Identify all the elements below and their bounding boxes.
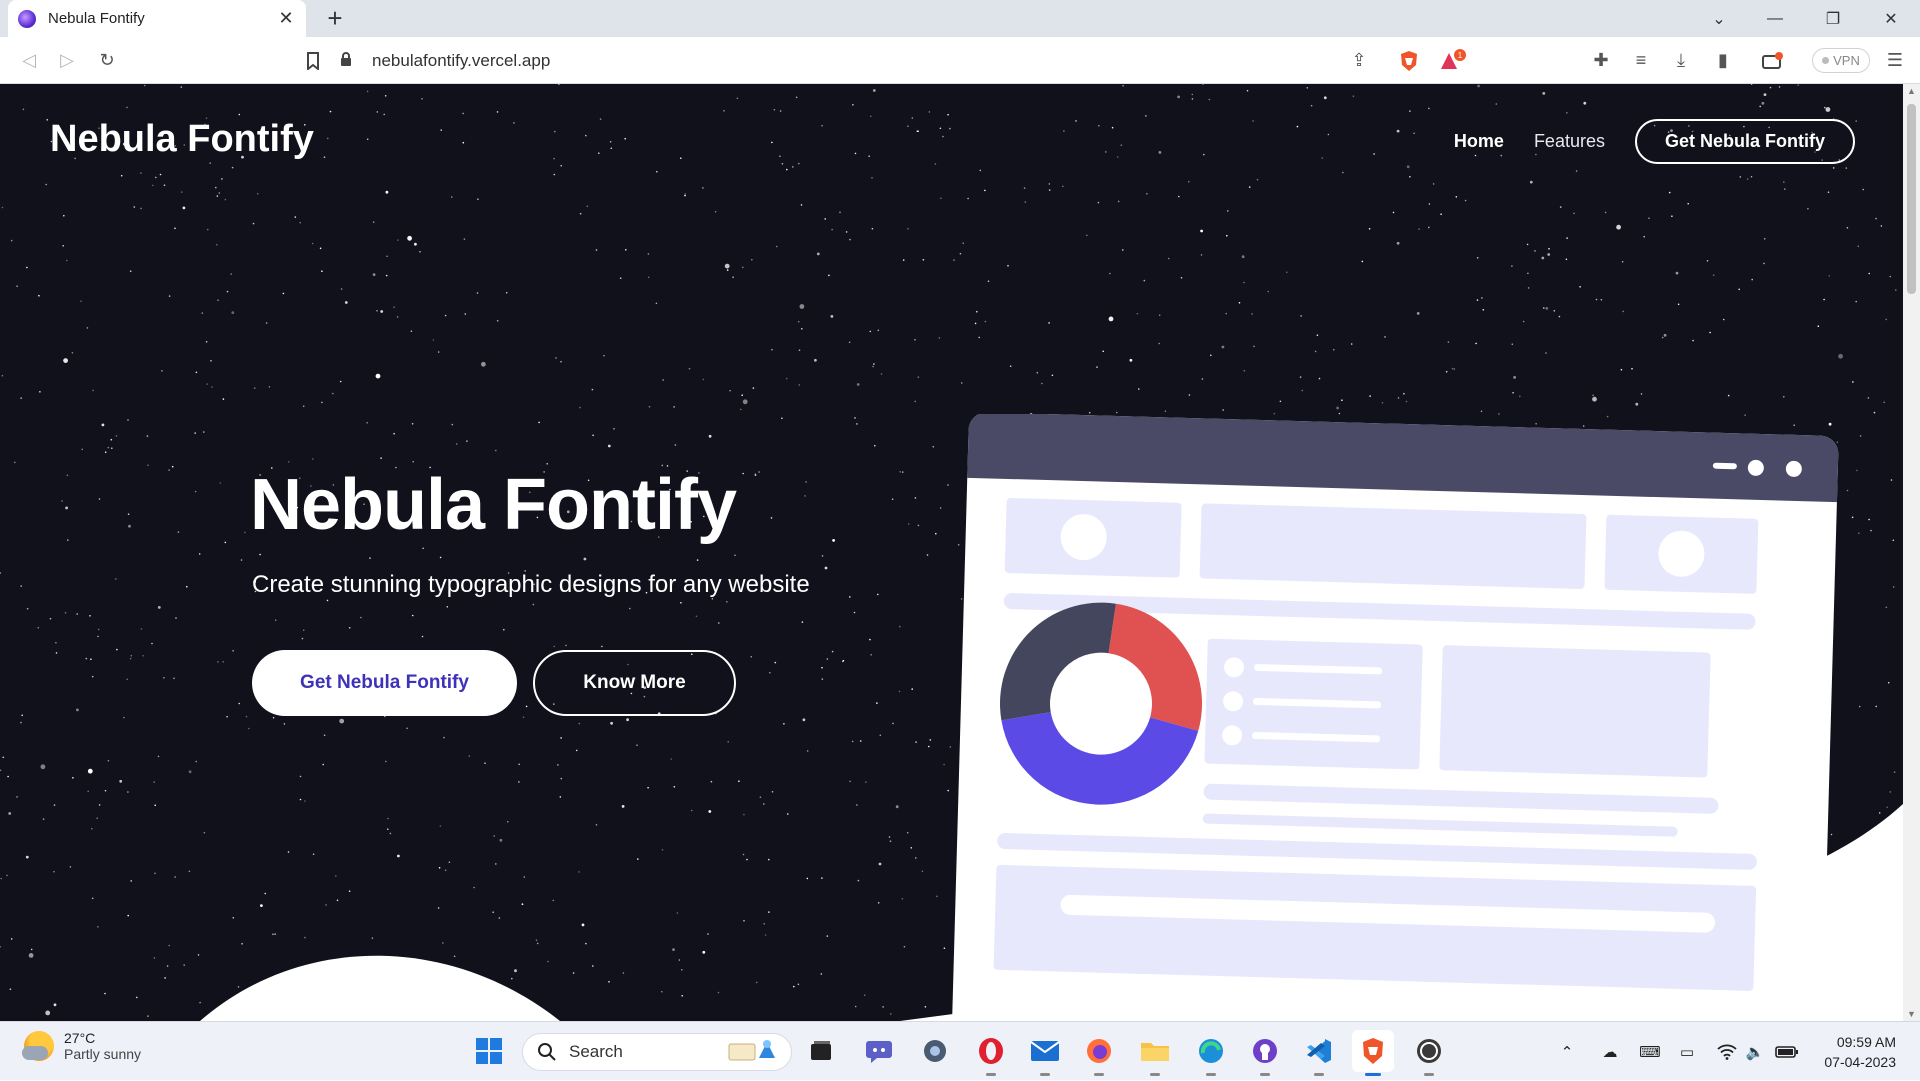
site-favicon-icon xyxy=(18,9,36,28)
volume-icon[interactable]: 🔈 xyxy=(1740,1022,1770,1081)
minimize-button[interactable]: — xyxy=(1748,0,1802,37)
search-placeholder: Search xyxy=(569,1042,623,1061)
hero-subtitle: Create stunning typographic designs for … xyxy=(252,571,810,598)
address-bar[interactable]: nebulafontify.vercel.app xyxy=(340,45,1380,77)
scrollbar-thumb[interactable] xyxy=(1907,104,1916,294)
svg-text:1: 1 xyxy=(1458,51,1463,60)
search-highlight-icon xyxy=(725,1036,781,1069)
extensions-icon[interactable]: ✚ xyxy=(1586,37,1616,84)
share-icon[interactable]: ⇪ xyxy=(1344,37,1374,84)
running-indicator xyxy=(1206,1073,1216,1076)
github-app-icon[interactable] xyxy=(1244,1030,1286,1076)
windows-taskbar: 27°C Partly sunny Search ⌃ ☁ ⌨ ▭ 🔈 09:59… xyxy=(0,1021,1920,1080)
menu-icon[interactable]: ☰ xyxy=(1880,37,1910,84)
know-more-button[interactable]: Know More xyxy=(533,650,736,716)
placeholder-card xyxy=(1199,503,1587,589)
browser-tab[interactable]: Nebula Fontify ✕ xyxy=(8,0,306,37)
running-indicator xyxy=(1260,1073,1270,1076)
windows-logo-icon xyxy=(476,1038,502,1064)
lock-icon xyxy=(340,52,360,70)
back-icon[interactable]: ◁ xyxy=(14,37,44,84)
running-indicator xyxy=(1150,1073,1160,1076)
url-text: nebulafontify.vercel.app xyxy=(372,51,551,70)
vpn-status-icon xyxy=(1822,57,1830,64)
bookmark-icon[interactable] xyxy=(298,37,328,84)
sidebar-icon[interactable]: ▮ xyxy=(1708,37,1738,84)
browser-toolbar: ◁ ▷ ↻ nebulafontify.vercel.app ⇪ 1 ✚ ≡ ⤓… xyxy=(0,37,1920,84)
close-window-button[interactable]: ✕ xyxy=(1864,0,1918,37)
mail-app-icon[interactable] xyxy=(1024,1030,1066,1076)
tab-title: Nebula Fontify xyxy=(48,10,145,27)
opera-app-icon[interactable] xyxy=(970,1030,1012,1076)
new-tab-button[interactable]: + xyxy=(320,4,350,32)
settings-app-icon[interactable] xyxy=(914,1030,956,1072)
weather-widget[interactable]: 27°C Partly sunny xyxy=(22,1030,142,1062)
scroll-up-icon[interactable]: ▲ xyxy=(1903,86,1920,96)
file-explorer-icon[interactable] xyxy=(1134,1030,1176,1076)
site-logo[interactable]: Nebula Fontify xyxy=(50,118,314,161)
running-indicator xyxy=(1424,1073,1434,1076)
site-nav: Home Features Get Nebula Fontify xyxy=(1454,119,1855,164)
illustration-minimize-icon xyxy=(1712,462,1737,470)
playlist-icon[interactable]: ≡ xyxy=(1626,37,1656,84)
running-indicator xyxy=(986,1073,996,1076)
close-tab-icon[interactable]: ✕ xyxy=(276,8,296,29)
browser-tab-bar: Nebula Fontify ✕ + ⌄ — ❐ ✕ xyxy=(0,0,1920,37)
nav-features[interactable]: Features xyxy=(1534,131,1605,152)
onedrive-icon[interactable]: ☁ xyxy=(1595,1022,1625,1081)
brave-rewards-icon[interactable]: 1 xyxy=(1438,37,1468,84)
whatsapp-app-icon[interactable] xyxy=(1408,1030,1450,1076)
scroll-down-icon[interactable]: ▼ xyxy=(1903,1009,1920,1019)
page-viewport: Nebula Fontify Home Features Get Nebula … xyxy=(0,84,1903,1021)
keyboard-icon[interactable]: ⌨ xyxy=(1635,1022,1665,1081)
taskbar-search[interactable]: Search xyxy=(522,1033,792,1071)
partly-sunny-icon xyxy=(22,1031,54,1061)
running-indicator xyxy=(1094,1073,1104,1076)
restore-button[interactable]: ❐ xyxy=(1806,0,1860,37)
forward-icon[interactable]: ▷ xyxy=(52,37,82,84)
vpn-button[interactable]: VPN xyxy=(1812,48,1870,73)
search-icon xyxy=(538,1043,556,1061)
edge-app-icon[interactable] xyxy=(1190,1030,1232,1076)
tab-search-chevron-icon[interactable]: ⌄ xyxy=(1692,0,1746,37)
dashboard-illustration xyxy=(952,414,1839,1021)
weather-temperature: 27°C xyxy=(64,1030,96,1046)
get-nebula-fontify-button[interactable]: Get Nebula Fontify xyxy=(252,650,517,716)
battery-icon[interactable] xyxy=(1770,1022,1804,1081)
start-button[interactable] xyxy=(468,1030,510,1072)
clock-date: 07-04-2023 xyxy=(1824,1054,1896,1070)
page-scrollbar[interactable]: ▲ ▼ xyxy=(1903,84,1920,1021)
display-icon[interactable]: ▭ xyxy=(1672,1022,1702,1081)
placeholder-card xyxy=(1439,645,1711,778)
reload-icon[interactable]: ↻ xyxy=(92,37,122,84)
active-indicator xyxy=(1365,1073,1381,1076)
system-clock[interactable]: 09:59 AM 07-04-2023 xyxy=(1810,1032,1896,1072)
nav-get-button[interactable]: Get Nebula Fontify xyxy=(1634,119,1855,164)
wallet-icon[interactable] xyxy=(1758,37,1788,84)
running-indicator xyxy=(1314,1073,1324,1076)
running-indicator xyxy=(1040,1073,1050,1076)
nav-home[interactable]: Home xyxy=(1454,131,1504,152)
download-icon[interactable]: ⤓ xyxy=(1666,37,1696,84)
vpn-label: VPN xyxy=(1833,53,1860,68)
brave-shields-icon[interactable] xyxy=(1394,37,1424,84)
wifi-icon[interactable] xyxy=(1712,1022,1742,1081)
vscode-app-icon[interactable] xyxy=(1298,1030,1340,1076)
brave-app-icon[interactable] xyxy=(1352,1030,1394,1076)
task-view-icon[interactable] xyxy=(800,1030,842,1072)
weather-condition: Partly sunny xyxy=(64,1046,142,1062)
firefox-app-icon[interactable] xyxy=(1078,1030,1120,1076)
hero-title: Nebula Fontify xyxy=(250,465,737,545)
tray-overflow-icon[interactable]: ⌃ xyxy=(1555,1022,1579,1081)
chat-app-icon[interactable] xyxy=(858,1030,900,1072)
clock-time: 09:59 AM xyxy=(1836,1034,1896,1050)
